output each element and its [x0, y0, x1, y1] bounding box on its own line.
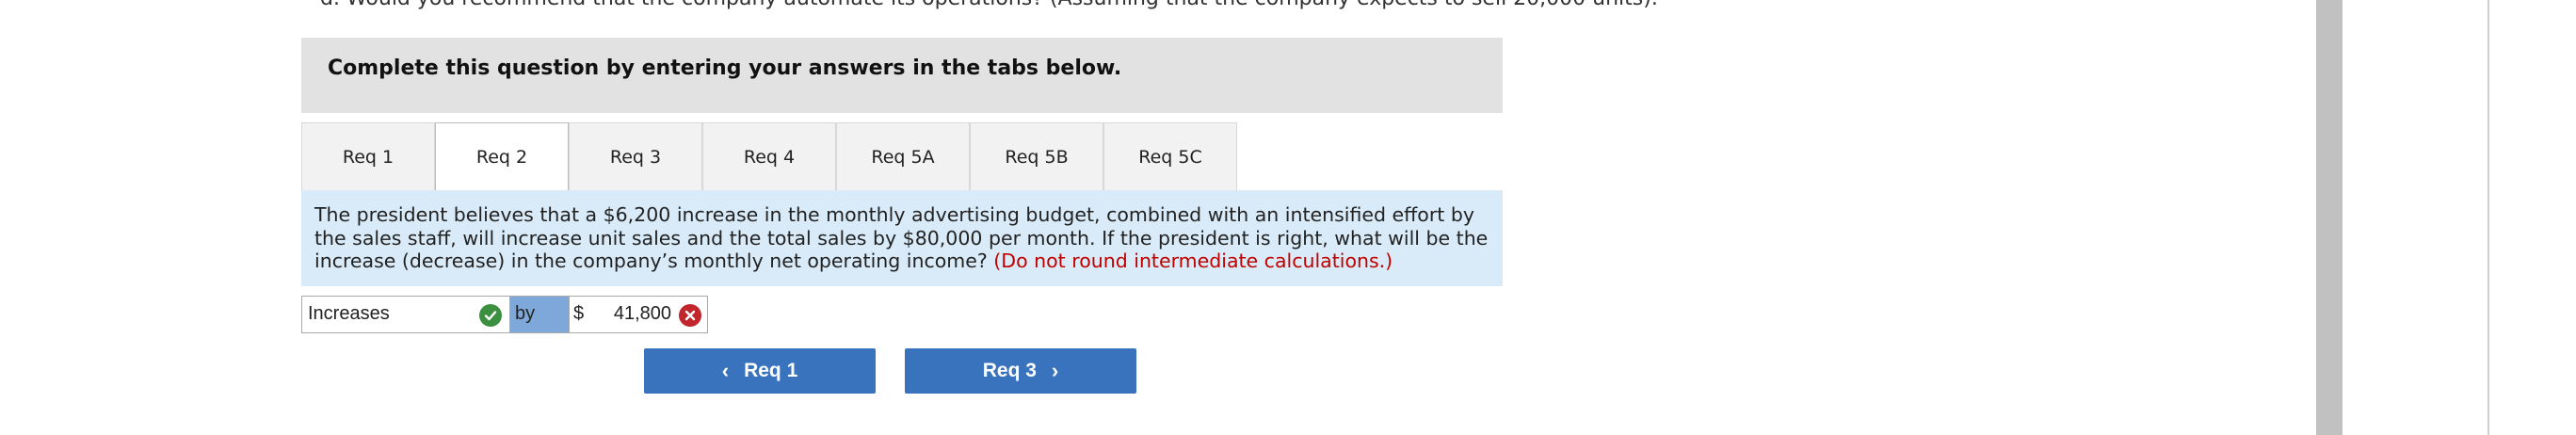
currency-symbol: $	[573, 303, 585, 324]
question-text-clipped: d. Would you recommend that the company …	[320, 0, 1658, 10]
amount-input[interactable]: $ 41,800	[569, 296, 708, 333]
answer-row: Increases by $ 41,800	[301, 296, 708, 333]
tab-req-1[interactable]: Req 1	[301, 122, 435, 190]
rounding-note: (Do not round intermediate calculations.…	[993, 250, 1393, 272]
direction-value: Increases	[308, 303, 390, 324]
instruction-bar: Complete this question by entering your …	[301, 38, 1503, 113]
next-req-button[interactable]: Req 3 ›	[905, 348, 1136, 394]
tab-req-5c[interactable]: Req 5C	[1103, 122, 1237, 190]
question-prompt: The president believes that a $6,200 inc…	[301, 190, 1503, 286]
prev-req-label: Req 1	[744, 360, 798, 381]
amount-value: 41,800	[613, 303, 671, 324]
check-icon	[479, 304, 502, 327]
prev-req-button[interactable]: ‹ Req 1	[644, 348, 876, 394]
chevron-right-icon: ›	[1051, 359, 1059, 382]
by-label: by	[510, 296, 569, 333]
incorrect-x-icon	[679, 304, 701, 327]
tab-req-3[interactable]: Req 3	[569, 122, 702, 190]
scrollbar[interactable]	[2316, 0, 2343, 435]
tab-req-2[interactable]: Req 2	[435, 122, 569, 191]
tab-req-5b[interactable]: Req 5B	[970, 122, 1103, 190]
direction-select[interactable]: Increases	[301, 296, 510, 333]
next-req-label: Req 3	[982, 360, 1037, 381]
tab-req-4[interactable]: Req 4	[702, 122, 836, 190]
chevron-left-icon: ‹	[721, 359, 730, 382]
requirement-tabs: Req 1 Req 2 Req 3 Req 4 Req 5A Req 5B Re…	[301, 122, 1237, 191]
tab-req-5a[interactable]: Req 5A	[836, 122, 970, 190]
instruction-text: Complete this question by entering your …	[328, 56, 1122, 80]
panel-divider	[2487, 0, 2489, 435]
